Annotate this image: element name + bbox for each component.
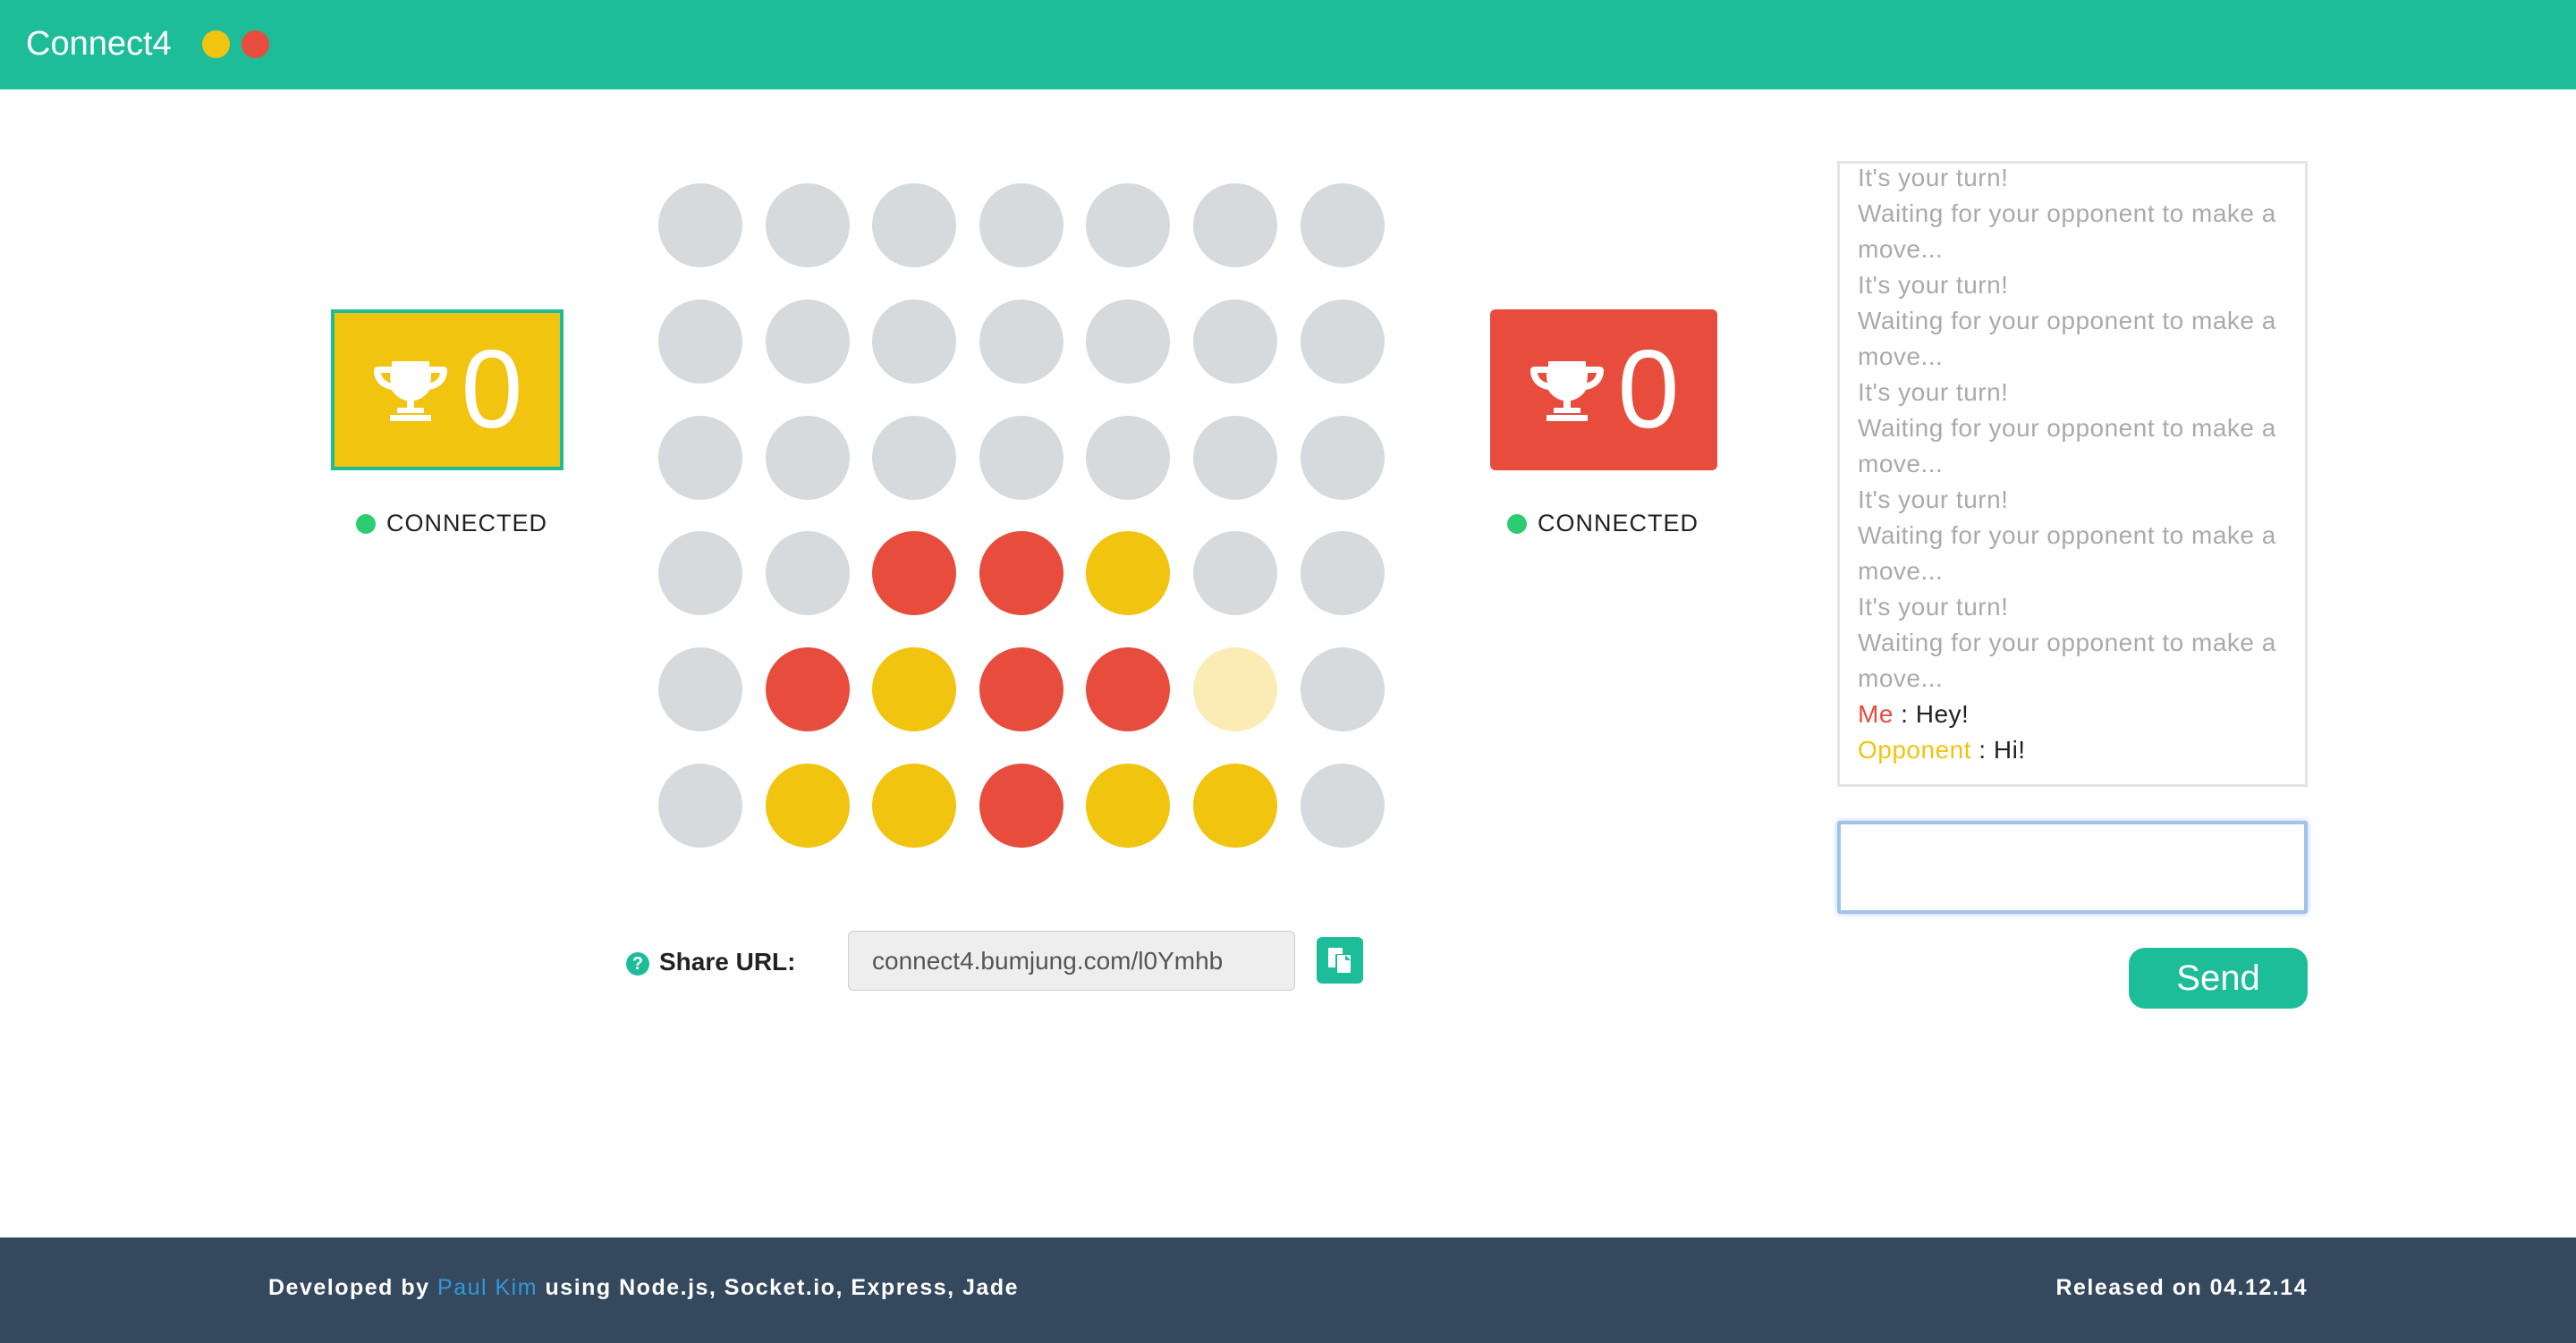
footer: Developed by Paul Kim using Node.js, Soc… [0, 1237, 2576, 1343]
board-cell-r1-c7-empty[interactable] [1301, 183, 1385, 267]
board-cell-r6-c5-yellow[interactable] [1086, 764, 1170, 848]
system-message: It's your turn! [1858, 271, 2009, 299]
connected-indicator-icon [1507, 513, 1527, 534]
board-cell-r1-c3-empty[interactable] [872, 183, 956, 267]
player-one-status-label: CONNECTED [386, 510, 548, 536]
author-link[interactable]: Paul Kim [437, 1275, 538, 1300]
board-cell-r2-c6-empty[interactable] [1193, 300, 1277, 384]
chat-input[interactable] [1837, 821, 2308, 914]
player-one-status: CONNECTED [356, 510, 547, 537]
board-cell-r1-c6-empty[interactable] [1193, 183, 1277, 267]
share-url-label: Share URL: [659, 948, 796, 976]
copy-url-button[interactable] [1317, 937, 1363, 984]
board-cell-r2-c7-empty[interactable] [1301, 300, 1385, 384]
board-cell-r5-c1-empty[interactable] [658, 647, 742, 731]
board-cell-r4-c6-empty[interactable] [1193, 531, 1277, 615]
board-cell-r2-c4-empty[interactable] [979, 300, 1063, 384]
board-cell-r2-c3-empty[interactable] [872, 300, 956, 384]
chat-log[interactable]: It's your turn! Waiting for your opponent… [1837, 161, 2308, 787]
board-cell-r4-c1-empty[interactable] [658, 531, 742, 615]
message-text: Hey! [1915, 700, 1970, 728]
system-message: Waiting for your opponent to make a move… [1858, 414, 2276, 477]
board-cell-r3-c5-empty[interactable] [1086, 416, 1170, 500]
share-url-field[interactable]: connect4.bumjung.com/l0Ymhb [848, 931, 1295, 991]
release-date: Released on 04.12.14 [2055, 1275, 2308, 1300]
board-cell-r6-c4-red[interactable] [979, 764, 1063, 848]
board-cell-r6-c2-yellow[interactable] [766, 764, 850, 848]
help-icon[interactable]: ? [626, 952, 649, 976]
red-player-dot [242, 30, 269, 58]
board-cell-r3-c6-empty[interactable] [1193, 416, 1277, 500]
player-one-score-card: 0 [331, 309, 564, 470]
board-cell-r1-c2-empty[interactable] [766, 183, 850, 267]
yellow-player-dot [202, 30, 230, 58]
system-message: It's your turn! [1858, 593, 2009, 621]
board-cell-r6-c1-empty[interactable] [658, 764, 742, 848]
board-cell-r5-c5-red[interactable] [1086, 647, 1170, 731]
board-cell-r3-c4-empty[interactable] [979, 416, 1063, 500]
player-two-score-card: 0 [1490, 309, 1717, 470]
system-message: Waiting for your opponent to make a move… [1858, 199, 2276, 263]
board-cell-r1-c1-empty[interactable] [658, 183, 742, 267]
board-cell-r5-c6-ghost[interactable] [1193, 647, 1277, 731]
message-sender: Me [1858, 700, 1894, 728]
app-header: Connect4 [0, 0, 2576, 89]
player-two-score: 0 [1617, 328, 1680, 452]
board-cell-r3-c3-empty[interactable] [872, 416, 956, 500]
system-message: Waiting for your opponent to make a move… [1858, 629, 2276, 692]
board-cell-r3-c2-empty[interactable] [766, 416, 850, 500]
message-separator: : [1893, 700, 1916, 728]
chat-log-content: It's your turn! Waiting for your opponent… [1858, 164, 2287, 768]
send-button[interactable]: Send [2129, 948, 2308, 1009]
board-cell-r2-c5-empty[interactable] [1086, 300, 1170, 384]
board-cell-r5-c4-red[interactable] [979, 647, 1063, 731]
system-message: Waiting for your opponent to make a move… [1858, 307, 2276, 370]
message-text: Hi! [1993, 736, 2026, 764]
board-cell-r6-c6-yellow[interactable] [1193, 764, 1277, 848]
connected-indicator-icon [356, 513, 376, 534]
footer-credits: Developed by Paul Kim using Node.js, Soc… [268, 1275, 1019, 1301]
board-cell-r6-c3-yellow[interactable] [872, 764, 956, 848]
board-cell-r6-c7-empty[interactable] [1301, 764, 1385, 848]
chat-message: Opponent : Hi! [1858, 732, 2287, 768]
board-cell-r1-c5-empty[interactable] [1086, 183, 1170, 267]
board-cell-r1-c4-empty[interactable] [979, 183, 1063, 267]
copy-icon [1328, 948, 1351, 973]
system-message: Waiting for your opponent to make a move… [1858, 521, 2276, 585]
chat-message: Me : Hey! [1858, 697, 2287, 732]
player-two-status-label: CONNECTED [1538, 510, 1699, 536]
player-two-status: CONNECTED [1507, 510, 1699, 537]
app-title[interactable]: Connect4 [26, 23, 172, 64]
system-message: It's your turn! [1858, 486, 2009, 513]
message-separator: : [1971, 736, 1994, 764]
developed-by-text: Developed by [268, 1275, 430, 1300]
board-cell-r4-c2-empty[interactable] [766, 531, 850, 615]
board-cell-r5-c2-red[interactable] [766, 647, 850, 731]
board-cell-r4-c3-red[interactable] [872, 531, 956, 615]
board-cell-r5-c7-empty[interactable] [1301, 647, 1385, 731]
board-cell-r3-c7-empty[interactable] [1301, 416, 1385, 500]
board-cell-r4-c7-empty[interactable] [1301, 531, 1385, 615]
trophy-icon [373, 361, 447, 421]
tech-stack-text: using Node.js, Socket.io, Express, Jade [545, 1275, 1020, 1300]
player-one-score: 0 [461, 328, 523, 452]
board-cell-r2-c1-empty[interactable] [658, 300, 742, 384]
board-cell-r4-c5-yellow[interactable] [1086, 531, 1170, 615]
system-message: It's your turn! [1858, 164, 2009, 191]
board-cell-r3-c1-empty[interactable] [658, 416, 742, 500]
game-board[interactable] [658, 183, 1388, 881]
message-sender: Opponent [1858, 736, 1971, 764]
trophy-icon [1530, 361, 1604, 421]
system-message: It's your turn! [1858, 378, 2009, 406]
board-cell-r2-c2-empty[interactable] [766, 300, 850, 384]
board-cell-r5-c3-yellow[interactable] [872, 647, 956, 731]
board-cell-r4-c4-red[interactable] [979, 531, 1063, 615]
